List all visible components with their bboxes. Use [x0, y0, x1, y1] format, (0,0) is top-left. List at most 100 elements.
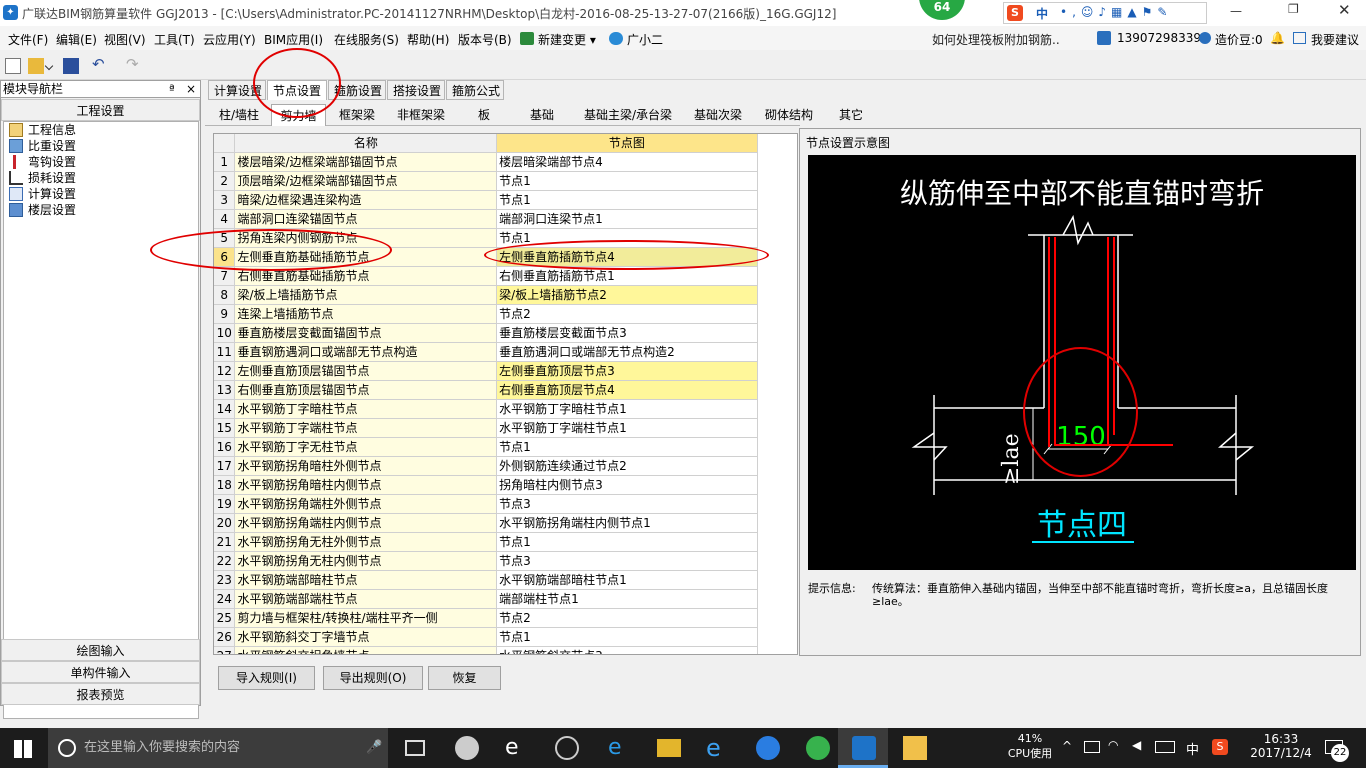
- subtab-non-frame-beam[interactable]: 非框架梁: [388, 104, 454, 126]
- wifi-icon[interactable]: ◠: [1108, 738, 1118, 752]
- node-cell[interactable]: 节点1: [496, 627, 758, 647]
- node-cell[interactable]: 右侧垂直筋顶层节点4: [496, 380, 758, 400]
- new-file-icon[interactable]: [5, 58, 21, 74]
- undo-icon[interactable]: ↶: [92, 55, 108, 73]
- node-cell[interactable]: 节点1: [496, 171, 758, 191]
- node-cell[interactable]: 水平钢筋丁字端柱节点1: [496, 418, 758, 438]
- table-row[interactable]: 3 暗梁/边框梁遇连梁构造 节点1: [214, 190, 797, 210]
- table-row[interactable]: 14 水平钢筋丁字暗柱节点 水平钢筋丁字暗柱节点1: [214, 399, 797, 419]
- node-cell[interactable]: 节点1: [496, 190, 758, 210]
- node-cell[interactable]: 垂直筋遇洞口或端部无节点构造2: [496, 342, 758, 362]
- minimize-button[interactable]: —: [1230, 4, 1242, 18]
- nav-item-project-info[interactable]: 工程信息: [4, 122, 198, 138]
- update-badge[interactable]: 64: [919, 0, 965, 20]
- menu-assistant[interactable]: 广小二: [609, 31, 663, 48]
- node-cell[interactable]: 节点2: [496, 608, 758, 628]
- edge-icon[interactable]: e: [608, 736, 632, 760]
- open-folder-icon[interactable]: [28, 58, 44, 74]
- open-dropdown-icon[interactable]: [44, 61, 54, 71]
- node-cell[interactable]: 水平钢筋拐角端柱内侧节点1: [496, 513, 758, 533]
- nav-item-hook[interactable]: 弯钩设置: [4, 154, 198, 170]
- node-cell[interactable]: 节点1: [496, 532, 758, 552]
- node-cell[interactable]: 端部洞口连梁节点1: [496, 209, 758, 229]
- bell-icon[interactable]: 🔔: [1270, 31, 1285, 45]
- browser-icon[interactable]: [555, 736, 579, 760]
- name-column-header[interactable]: 名称: [234, 134, 498, 153]
- menu-tools[interactable]: 工具(T): [154, 31, 195, 48]
- node-cell[interactable]: 梁/板上墙插筋节点2: [496, 285, 758, 305]
- nav-section-project-settings[interactable]: 工程设置: [1, 99, 200, 121]
- subtab-slab[interactable]: 板: [458, 104, 510, 126]
- nav-item-weight[interactable]: 比重设置: [4, 138, 198, 154]
- table-row[interactable]: 18 水平钢筋拐角暗柱内侧节点 拐角暗柱内侧节点3: [214, 475, 797, 495]
- table-row[interactable]: 26 水平钢筋斜交丁字墙节点 节点1: [214, 627, 797, 647]
- tab-lap-settings[interactable]: 搭接设置: [387, 80, 445, 100]
- coins[interactable]: 造价豆:0: [1199, 31, 1263, 48]
- battery-icon[interactable]: [1084, 741, 1100, 753]
- table-row[interactable]: 23 水平钢筋端部暗柱节点 水平钢筋端部暗柱节点1: [214, 570, 797, 590]
- table-row[interactable]: 22 水平钢筋拐角无柱内侧节点 节点3: [214, 551, 797, 571]
- nav-section-single-component[interactable]: 单构件输入: [1, 661, 200, 683]
- ime-indicator[interactable]: 中: [1186, 739, 1199, 758]
- menu-online[interactable]: 在线服务(S): [334, 31, 399, 48]
- subtab-other[interactable]: 其它: [829, 104, 873, 126]
- table-row[interactable]: 24 水平钢筋端部端柱节点 端部端柱节点1: [214, 589, 797, 609]
- table-row[interactable]: 17 水平钢筋拐角暗柱外侧节点 外侧钢筋连续通过节点2: [214, 456, 797, 476]
- table-row[interactable]: 4 端部洞口连梁锚固节点 端部洞口连梁节点1: [214, 209, 797, 229]
- taskbar-search[interactable]: 在这里输入你要搜索的内容 🎤: [48, 728, 388, 768]
- menu-edit[interactable]: 编辑(E): [56, 31, 97, 48]
- menu-bim[interactable]: BIM应用(I): [264, 31, 323, 48]
- notes-app-icon[interactable]: [903, 736, 927, 760]
- table-row[interactable]: 27水平钢筋斜交拐角墙节点水平钢筋斜交节点3: [214, 646, 797, 654]
- ie-icon[interactable]: e: [505, 736, 529, 760]
- node-cell[interactable]: 垂直筋楼层变截面节点3: [496, 323, 758, 343]
- node-column-header[interactable]: 节点图: [496, 134, 758, 153]
- nav-item-loss[interactable]: 损耗设置: [4, 170, 198, 186]
- node-cell[interactable]: 外侧钢筋连续通过节点2: [496, 456, 758, 476]
- node-cell[interactable]: 拐角暗柱内侧节点3: [496, 475, 758, 495]
- table-row[interactable]: 8 梁/板上墙插筋节点 梁/板上墙插筋节点2: [214, 285, 797, 305]
- subtab-foundation-main-beam[interactable]: 基础主梁/承台梁: [573, 104, 683, 126]
- nav-item-floor[interactable]: 楼层设置: [4, 202, 198, 218]
- nav-section-reports[interactable]: 报表预览: [1, 683, 200, 705]
- export-rules-button[interactable]: 导出规则(O): [323, 666, 423, 690]
- close-button[interactable]: ✕: [1338, 1, 1351, 19]
- green-app-icon[interactable]: [806, 736, 830, 760]
- table-row[interactable]: 16 水平钢筋丁字无柱节点 节点1: [214, 437, 797, 457]
- subtab-foundation[interactable]: 基础: [515, 104, 569, 126]
- menu-help[interactable]: 帮助(H): [407, 31, 449, 48]
- nav-item-calc[interactable]: 计算设置: [4, 186, 198, 202]
- menu-view[interactable]: 视图(V): [104, 31, 146, 48]
- subtab-frame-beam[interactable]: 框架梁: [330, 104, 384, 126]
- question-link[interactable]: 如何处理筏板附加钢筋..: [932, 31, 1060, 48]
- subtab-masonry[interactable]: 砌体结构: [753, 104, 825, 126]
- table-row[interactable]: 1 楼层暗梁/边框梁端部锚固节点 楼层暗梁端部节点4: [214, 152, 797, 172]
- node-cell[interactable]: 水平钢筋端部暗柱节点1: [496, 570, 758, 590]
- node-cell[interactable]: 节点1: [496, 437, 758, 457]
- restore-button[interactable]: ❐: [1288, 2, 1299, 16]
- node-cell[interactable]: 楼层暗梁端部节点4: [496, 152, 758, 172]
- subtab-foundation-secondary-beam[interactable]: 基础次梁: [687, 104, 749, 126]
- account[interactable]: 13907298339: [1097, 31, 1201, 45]
- table-row[interactable]: 13 右侧垂直筋顶层锚固节点 右侧垂直筋顶层节点4: [214, 380, 797, 400]
- tray-chevron-icon[interactable]: ^: [1062, 739, 1072, 753]
- menu-file[interactable]: 文件(F): [8, 31, 48, 48]
- subtab-column[interactable]: 柱/墙柱: [210, 104, 268, 126]
- table-row[interactable]: 15 水平钢筋丁字端柱节点 水平钢筋丁字端柱节点1: [214, 418, 797, 438]
- pin-icon[interactable]: ª: [169, 81, 175, 97]
- task-view-icon[interactable]: [405, 740, 425, 756]
- file-explorer-icon[interactable]: [657, 739, 681, 757]
- table-row[interactable]: 12 左侧垂直筋顶层锚固节点 左侧垂直筋顶层节点3: [214, 361, 797, 381]
- suggest-link[interactable]: 我要建议: [1293, 31, 1359, 48]
- node-cell[interactable]: 水平钢筋丁字暗柱节点1: [496, 399, 758, 419]
- ime-toolbar[interactable]: S 中 •,☺♪▦▲⚑✎: [1003, 2, 1207, 24]
- volume-icon[interactable]: ◀: [1132, 738, 1141, 752]
- table-row[interactable]: 25 剪力墙与框架柱/转换柱/端柱平齐一侧 节点2: [214, 608, 797, 628]
- g-app-icon[interactable]: [756, 736, 780, 760]
- table-row[interactable]: 2 顶层暗梁/边框梁端部锚固节点 节点1: [214, 171, 797, 191]
- menu-new-change[interactable]: 新建变更 ▾: [520, 31, 596, 48]
- table-row[interactable]: 20 水平钢筋拐角端柱内侧节点 水平钢筋拐角端柱内侧节点1: [214, 513, 797, 533]
- table-row[interactable]: 11 垂直钢筋遇洞口或端部无节点构造 垂直筋遇洞口或端部无节点构造2: [214, 342, 797, 362]
- node-cell[interactable]: 节点2: [496, 304, 758, 324]
- node-cell[interactable]: 节点3: [496, 494, 758, 514]
